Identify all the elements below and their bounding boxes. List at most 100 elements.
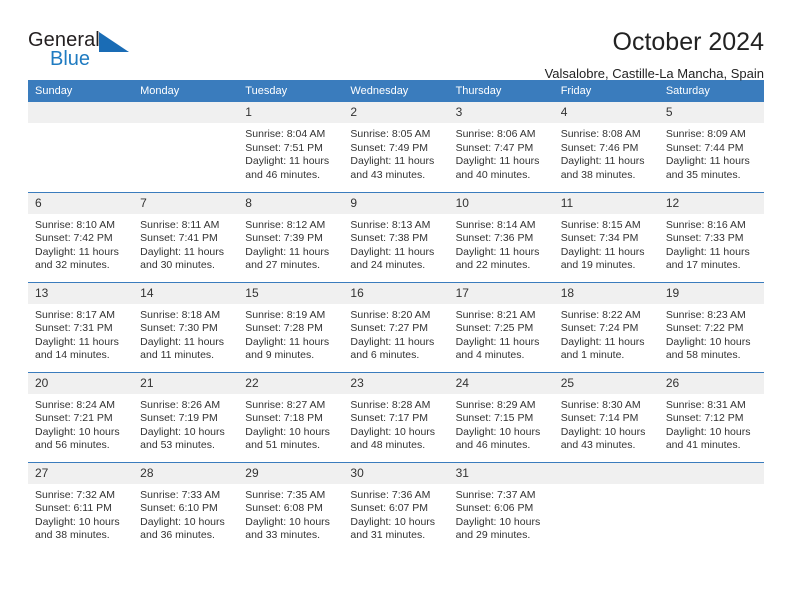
day-number (133, 102, 239, 123)
calendar-day-cell[interactable]: 2 Sunrise: 8:05 AM Sunset: 7:49 PM Daylight… (343, 102, 449, 192)
calendar-cell-inner: 13 Sunrise: 8:17 AM Sunset: 7:31 PM Dayligh… (28, 282, 134, 372)
sunset-text: Sunset: 7:49 PM (350, 141, 429, 154)
day-info: Sunrise: 8:19 AM Sunset: 7:28 PM Daylight:… (238, 304, 343, 363)
calendar-day-cell[interactable]: 12 Sunrise: 8:16 AM Sunset: 7:33 PM Dayligh… (658, 191, 764, 282)
sunrise-text: Sunrise: 8:10 AM (35, 218, 115, 231)
calendar-table: Sunday Monday Tuesday Wednesday Thursday… (28, 80, 764, 552)
day-number: 1 (238, 102, 344, 123)
sunset-text: Sunset: 6:08 PM (245, 502, 323, 515)
calendar-day-cell[interactable]: 4 Sunrise: 8:08 AM Sunset: 7:46 PM Daylight… (553, 102, 659, 192)
day-info: Sunrise: 8:31 AM Sunset: 7:12 PM Daylight:… (659, 394, 764, 453)
sunset-text: Sunset: 7:14 PM (560, 412, 639, 425)
calendar-day-cell[interactable]: 18 Sunrise: 8:22 AM Sunset: 7:24 PM Dayligh… (553, 281, 659, 372)
calendar-day-cell[interactable]: 28 Sunrise: 7:33 AM Sunset: 6:10 PM Dayligh… (133, 461, 239, 552)
calendar-day-cell[interactable]: 30 Sunrise: 7:36 AM Sunset: 6:07 PM Dayligh… (343, 461, 449, 553)
daylight-text: Daylight: 11 hours and 38 minutes. (560, 155, 645, 181)
daylight-text: Daylight: 10 hours and 51 minutes. (245, 425, 330, 452)
sunrise-text: Sunrise: 8:24 AM (35, 398, 115, 411)
sunset-text: Sunset: 7:36 PM (455, 232, 534, 245)
daylight-text: Daylight: 11 hours and 27 minutes. (245, 245, 330, 272)
sunset-text: Sunset: 7:44 PM (665, 141, 744, 154)
calendar-day-cell[interactable]: 6 Sunrise: 8:10 AM Sunset: 7:42 PM Daylight… (28, 191, 134, 282)
day-number: 29 (238, 462, 344, 484)
day-info: Sunrise: 7:35 AM Sunset: 6:08 PM Daylight:… (238, 484, 343, 543)
calendar-day-cell[interactable]: 22 Sunrise: 8:27 AM Sunset: 7:18 PM Dayligh… (238, 371, 344, 462)
calendar-day-cell[interactable]: 11 Sunrise: 8:15 AM Sunset: 7:34 PM Dayligh… (553, 191, 659, 282)
calendar-day-cell[interactable]: 24 Sunrise: 8:29 AM Sunset: 7:15 PM Dayligh… (448, 371, 554, 462)
day-number (658, 462, 764, 484)
calendar-cell-inner: 22 Sunrise: 8:27 AM Sunset: 7:18 PM Dayligh… (238, 372, 344, 462)
daylight-text: Daylight: 11 hours and 19 minutes. (560, 245, 645, 272)
page-header: General Blue October 2024 Valsalobre, Ca… (28, 0, 764, 81)
day-info: Sunrise: 7:36 AM Sunset: 6:07 PM Daylight:… (343, 484, 448, 543)
sunrise-text: Sunrise: 8:28 AM (350, 398, 431, 411)
calendar-day-cell[interactable]: 3 Sunrise: 8:06 AM Sunset: 7:47 PM Daylight… (448, 102, 554, 192)
calendar-day-cell[interactable]: 29 Sunrise: 7:35 AM Sunset: 6:08 PM Dayligh… (238, 461, 344, 552)
sunset-text: Sunset: 7:24 PM (560, 322, 639, 335)
calendar-cell-inner (658, 462, 764, 553)
day-number: 14 (133, 282, 239, 304)
calendar-day-cell[interactable]: 10 Sunrise: 8:14 AM Sunset: 7:36 PM Dayligh… (448, 191, 554, 282)
day-info: Sunrise: 8:08 AM Sunset: 7:46 PM Daylight:… (554, 123, 659, 182)
calendar-cell-inner: 27 Sunrise: 7:32 AM Sunset: 6:11 PM Dayligh… (28, 462, 134, 553)
sunset-text: Sunset: 7:22 PM (665, 322, 744, 335)
day-number: 26 (658, 372, 764, 394)
day-number (28, 102, 134, 123)
sunrise-text: Sunrise: 8:05 AM (350, 128, 431, 140)
calendar-cell-inner: 8 Sunrise: 8:12 AM Sunset: 7:39 PM Daylight… (238, 192, 344, 282)
calendar-day-cell[interactable]: 20 Sunrise: 8:24 AM Sunset: 7:21 PM Dayligh… (28, 371, 134, 462)
daylight-text: Daylight: 11 hours and 11 minutes. (140, 335, 224, 362)
calendar-cell-inner: 3 Sunrise: 8:06 AM Sunset: 7:47 PM Daylight… (448, 102, 554, 192)
weekday-header-friday: Friday (553, 80, 659, 102)
calendar-day-cell[interactable]: 25 Sunrise: 8:30 AM Sunset: 7:14 PM Dayligh… (553, 371, 659, 462)
calendar-cell-inner: 14 Sunrise: 8:18 AM Sunset: 7:30 PM Dayligh… (133, 282, 239, 372)
calendar-cell-inner: 12 Sunrise: 8:16 AM Sunset: 7:33 PM Dayligh… (658, 192, 764, 282)
calendar-day-cell[interactable]: 31 Sunrise: 7:37 AM Sunset: 6:06 PM Dayligh… (448, 461, 554, 552)
day-info: Sunrise: 8:24 AM Sunset: 7:21 PM Daylight:… (28, 394, 133, 453)
day-number: 10 (448, 192, 554, 214)
sunrise-text: Sunrise: 8:27 AM (245, 398, 326, 411)
day-number: 21 (133, 372, 239, 394)
daylight-text: Daylight: 10 hours and 56 minutes. (35, 425, 120, 452)
calendar-day-cell[interactable]: 9 Sunrise: 8:13 AM Sunset: 7:38 PM Daylight… (343, 191, 449, 282)
sunrise-text: Sunrise: 8:15 AM (560, 218, 641, 231)
daylight-text: Daylight: 11 hours and 35 minutes. (665, 155, 750, 181)
day-number: 4 (553, 102, 659, 123)
daylight-text: Daylight: 10 hours and 31 minutes. (350, 515, 436, 542)
sunset-text: Sunset: 7:33 PM (665, 232, 744, 245)
day-info: Sunrise: 7:33 AM Sunset: 6:10 PM Daylight:… (133, 484, 238, 543)
title-block: October 2024 Valsalobre, Castille-La Man… (136, 28, 764, 83)
daylight-text: Daylight: 10 hours and 58 minutes. (665, 335, 751, 362)
calendar-day-cell[interactable]: 1 Sunrise: 8:04 AM Sunset: 7:51 PM Daylight… (238, 102, 344, 192)
sunrise-text: Sunrise: 8:04 AM (245, 128, 326, 140)
day-number: 25 (553, 372, 659, 394)
day-info: Sunrise: 8:20 AM Sunset: 7:27 PM Daylight:… (343, 304, 448, 363)
calendar-cell-inner: 21 Sunrise: 8:26 AM Sunset: 7:19 PM Dayligh… (133, 372, 239, 462)
calendar-day-cell[interactable]: 16 Sunrise: 8:20 AM Sunset: 7:27 PM Dayligh… (343, 281, 449, 372)
calendar-day-cell[interactable]: 21 Sunrise: 8:26 AM Sunset: 7:19 PM Dayligh… (133, 371, 239, 462)
calendar-day-cell[interactable]: 27 Sunrise: 7:32 AM Sunset: 6:11 PM Dayligh… (28, 461, 134, 553)
sunset-text: Sunset: 7:34 PM (560, 232, 639, 245)
calendar-day-cell[interactable]: 8 Sunrise: 8:12 AM Sunset: 7:39 PM Daylight… (238, 191, 344, 282)
calendar-cell-inner: 6 Sunrise: 8:10 AM Sunset: 7:42 PM Daylight… (28, 192, 134, 282)
calendar-day-cell[interactable]: 17 Sunrise: 8:21 AM Sunset: 7:25 PM Dayligh… (448, 281, 554, 372)
calendar-cell-inner: 19 Sunrise: 8:23 AM Sunset: 7:22 PM Dayligh… (658, 282, 764, 372)
calendar-day-cell[interactable]: 26 Sunrise: 8:31 AM Sunset: 7:12 PM Dayligh… (658, 371, 764, 462)
calendar-cell-inner: 25 Sunrise: 8:30 AM Sunset: 7:14 PM Dayligh… (553, 372, 659, 462)
calendar-day-cell[interactable]: 14 Sunrise: 8:18 AM Sunset: 7:30 PM Dayligh… (133, 281, 239, 372)
sunset-text: Sunset: 6:07 PM (350, 502, 429, 515)
calendar-day-cell[interactable]: 7 Sunrise: 8:11 AM Sunset: 7:41 PM Daylight… (133, 191, 239, 282)
sunrise-text: Sunrise: 8:26 AM (140, 398, 221, 411)
calendar-day-cell[interactable]: 19 Sunrise: 8:23 AM Sunset: 7:22 PM Dayligh… (658, 281, 764, 372)
calendar-day-cell[interactable]: 15 Sunrise: 8:19 AM Sunset: 7:28 PM Dayligh… (238, 281, 344, 372)
sunrise-text: Sunrise: 7:32 AM (35, 488, 115, 501)
calendar-day-cell[interactable]: 13 Sunrise: 8:17 AM Sunset: 7:31 PM Dayligh… (28, 281, 134, 372)
day-info: Sunrise: 8:21 AM Sunset: 7:25 PM Daylight:… (449, 304, 554, 363)
sunset-text: Sunset: 6:11 PM (35, 502, 112, 515)
calendar-cell-inner: 30 Sunrise: 7:36 AM Sunset: 6:07 PM Dayligh… (343, 462, 449, 553)
calendar-day-cell[interactable]: 23 Sunrise: 8:28 AM Sunset: 7:17 PM Dayligh… (343, 371, 449, 462)
sunset-text: Sunset: 7:38 PM (350, 232, 429, 245)
day-info: Sunrise: 8:09 AM Sunset: 7:44 PM Daylight:… (659, 123, 764, 182)
calendar-day-cell[interactable]: 5 Sunrise: 8:09 AM Sunset: 7:44 PM Daylight… (658, 102, 764, 192)
day-info: Sunrise: 8:29 AM Sunset: 7:15 PM Daylight:… (449, 394, 554, 453)
